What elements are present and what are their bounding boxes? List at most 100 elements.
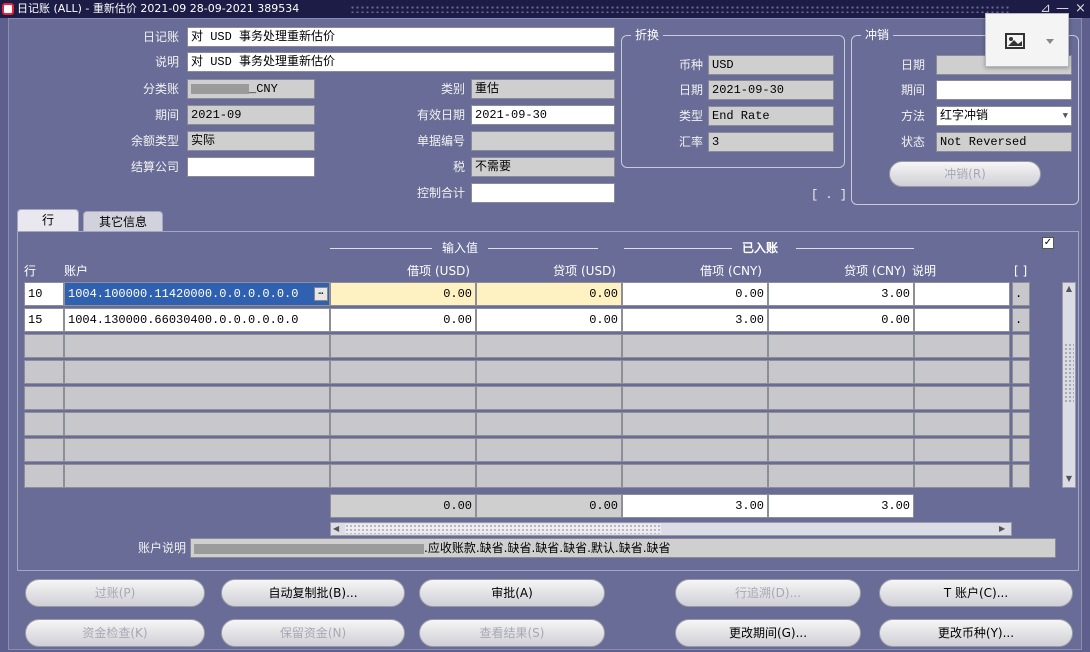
- ledger-field[interactable]: _CNY: [187, 79, 315, 99]
- t-account-button[interactable]: T 账户(C)...: [879, 579, 1073, 607]
- balance-type-field[interactable]: 实际: [187, 131, 315, 151]
- table-row-account[interactable]: 1004.100000.11420000.0.0.0.0.0.0 ⋯: [64, 282, 330, 306]
- empty-table-cell[interactable]: [1012, 464, 1030, 488]
- image-attachment-widget[interactable]: [985, 13, 1069, 67]
- empty-table-cell[interactable]: [622, 412, 768, 436]
- empty-table-cell[interactable]: [476, 360, 622, 384]
- empty-table-cell[interactable]: [476, 412, 622, 436]
- scroll-down-icon[interactable]: ▼: [1064, 474, 1074, 486]
- empty-table-cell[interactable]: [330, 412, 476, 436]
- empty-table-cell[interactable]: [330, 464, 476, 488]
- description-field[interactable]: 对 USD 事务处理重新估价: [187, 52, 615, 72]
- category-field[interactable]: 重估: [471, 79, 615, 99]
- tax-field[interactable]: 不需要: [471, 157, 615, 177]
- empty-table-cell[interactable]: [64, 464, 330, 488]
- empty-table-cell[interactable]: [768, 386, 914, 410]
- empty-table-cell[interactable]: [24, 438, 64, 462]
- empty-table-cell[interactable]: [914, 360, 1010, 384]
- view-results-button[interactable]: 查看结果(S): [419, 619, 605, 647]
- approve-button[interactable]: 审批(A): [419, 579, 605, 607]
- scroll-left-icon[interactable]: ◀: [333, 523, 343, 535]
- flex-bracket[interactable]: [ . ]: [799, 185, 847, 205]
- empty-table-cell[interactable]: [914, 386, 1010, 410]
- tab-lines[interactable]: 行: [17, 209, 79, 231]
- empty-table-cell[interactable]: [768, 360, 914, 384]
- table-row-credit-cny[interactable]: 0.00: [768, 308, 914, 332]
- close-icon[interactable]: ×: [1075, 0, 1086, 18]
- table-row-credit-cny[interactable]: 3.00: [768, 282, 914, 306]
- empty-table-cell[interactable]: [1012, 438, 1030, 462]
- table-row-credit-usd[interactable]: 0.00: [476, 282, 622, 306]
- select-all-checkbox[interactable]: ✓: [1042, 237, 1054, 249]
- empty-table-cell[interactable]: [330, 334, 476, 358]
- empty-table-cell[interactable]: [768, 412, 914, 436]
- table-row-account[interactable]: 1004.130000.66030400.0.0.0.0.0.0: [64, 308, 330, 332]
- empty-table-cell[interactable]: [622, 386, 768, 410]
- empty-table-cell[interactable]: [768, 334, 914, 358]
- empty-table-cell[interactable]: [330, 438, 476, 462]
- effective-date-field[interactable]: 2021-09-30: [471, 105, 615, 125]
- conversion-date-field[interactable]: 2021-09-30: [708, 80, 834, 100]
- empty-table-cell[interactable]: [476, 464, 622, 488]
- clearing-company-field[interactable]: [187, 157, 315, 177]
- empty-table-cell[interactable]: [24, 360, 64, 384]
- empty-table-cell[interactable]: [768, 438, 914, 462]
- empty-table-cell[interactable]: [1012, 412, 1030, 436]
- table-row-debit-usd[interactable]: 0.00: [330, 308, 476, 332]
- conversion-type-field[interactable]: End Rate: [708, 106, 834, 126]
- conversion-rate-field[interactable]: 3: [708, 132, 834, 152]
- empty-table-cell[interactable]: [64, 412, 330, 436]
- empty-table-cell[interactable]: [1012, 334, 1030, 358]
- empty-table-cell[interactable]: [330, 386, 476, 410]
- journal-field[interactable]: 对 USD 事务处理重新估价: [187, 27, 615, 47]
- period-field[interactable]: 2021-09: [187, 105, 315, 125]
- conversion-currency-field[interactable]: USD: [708, 55, 834, 75]
- table-row-debit-cny[interactable]: 3.00: [622, 308, 768, 332]
- empty-table-cell[interactable]: [622, 334, 768, 358]
- table-row-line[interactable]: 15: [24, 308, 64, 332]
- reserve-funds-button[interactable]: 保留资金(N): [221, 619, 405, 647]
- table-row-flex[interactable]: .: [1012, 282, 1030, 306]
- reverse-period-field[interactable]: [936, 80, 1072, 100]
- empty-table-cell[interactable]: [1012, 360, 1030, 384]
- table-row-credit-usd[interactable]: 0.00: [476, 308, 622, 332]
- empty-table-cell[interactable]: [24, 412, 64, 436]
- empty-table-cell[interactable]: [24, 464, 64, 488]
- autocopy-button[interactable]: 自动复制批(B)...: [221, 579, 405, 607]
- lines-horizontal-scrollbar[interactable]: ◀ ▶: [330, 522, 1012, 536]
- scroll-up-icon[interactable]: ▲: [1064, 284, 1074, 296]
- horizontal-scroll-thumb[interactable]: [345, 524, 661, 534]
- dropdown-arrow-icon[interactable]: ▼: [1063, 107, 1068, 125]
- change-period-button[interactable]: 更改期间(G)...: [675, 619, 861, 647]
- empty-table-cell[interactable]: [622, 464, 768, 488]
- empty-table-cell[interactable]: [768, 464, 914, 488]
- window-titlebar[interactable]: 日记账 (ALL) - 重新估价 2021-09 28-09-2021 3895…: [0, 0, 1090, 18]
- reverse-method-select[interactable]: 红字冲销 ▼: [936, 106, 1072, 126]
- tab-other-info[interactable]: 其它信息: [83, 211, 163, 231]
- table-row-description[interactable]: [914, 308, 1010, 332]
- reverse-status-field[interactable]: Not Reversed: [936, 132, 1072, 152]
- scroll-thumb[interactable]: [1064, 343, 1074, 403]
- empty-table-cell[interactable]: [914, 438, 1010, 462]
- empty-table-cell[interactable]: [1012, 386, 1030, 410]
- empty-table-cell[interactable]: [914, 334, 1010, 358]
- reverse-button[interactable]: 冲销(R): [889, 161, 1041, 187]
- table-row-flex[interactable]: .: [1012, 308, 1030, 332]
- empty-table-cell[interactable]: [330, 360, 476, 384]
- empty-table-cell[interactable]: [64, 360, 330, 384]
- empty-table-cell[interactable]: [914, 412, 1010, 436]
- funds-check-button[interactable]: 资金检查(K): [25, 619, 205, 647]
- lov-ellipsis-icon[interactable]: ⋯: [314, 287, 328, 301]
- table-row-line[interactable]: 10: [24, 282, 64, 306]
- empty-table-cell[interactable]: [476, 334, 622, 358]
- control-total-field[interactable]: [471, 183, 615, 203]
- empty-table-cell[interactable]: [476, 386, 622, 410]
- empty-table-cell[interactable]: [914, 464, 1010, 488]
- empty-table-cell[interactable]: [476, 438, 622, 462]
- change-currency-button[interactable]: 更改币种(Y)...: [879, 619, 1073, 647]
- doc-number-field[interactable]: [471, 131, 615, 151]
- empty-table-cell[interactable]: [24, 334, 64, 358]
- table-row-debit-cny[interactable]: 0.00: [622, 282, 768, 306]
- empty-table-cell[interactable]: [622, 360, 768, 384]
- empty-table-cell[interactable]: [64, 386, 330, 410]
